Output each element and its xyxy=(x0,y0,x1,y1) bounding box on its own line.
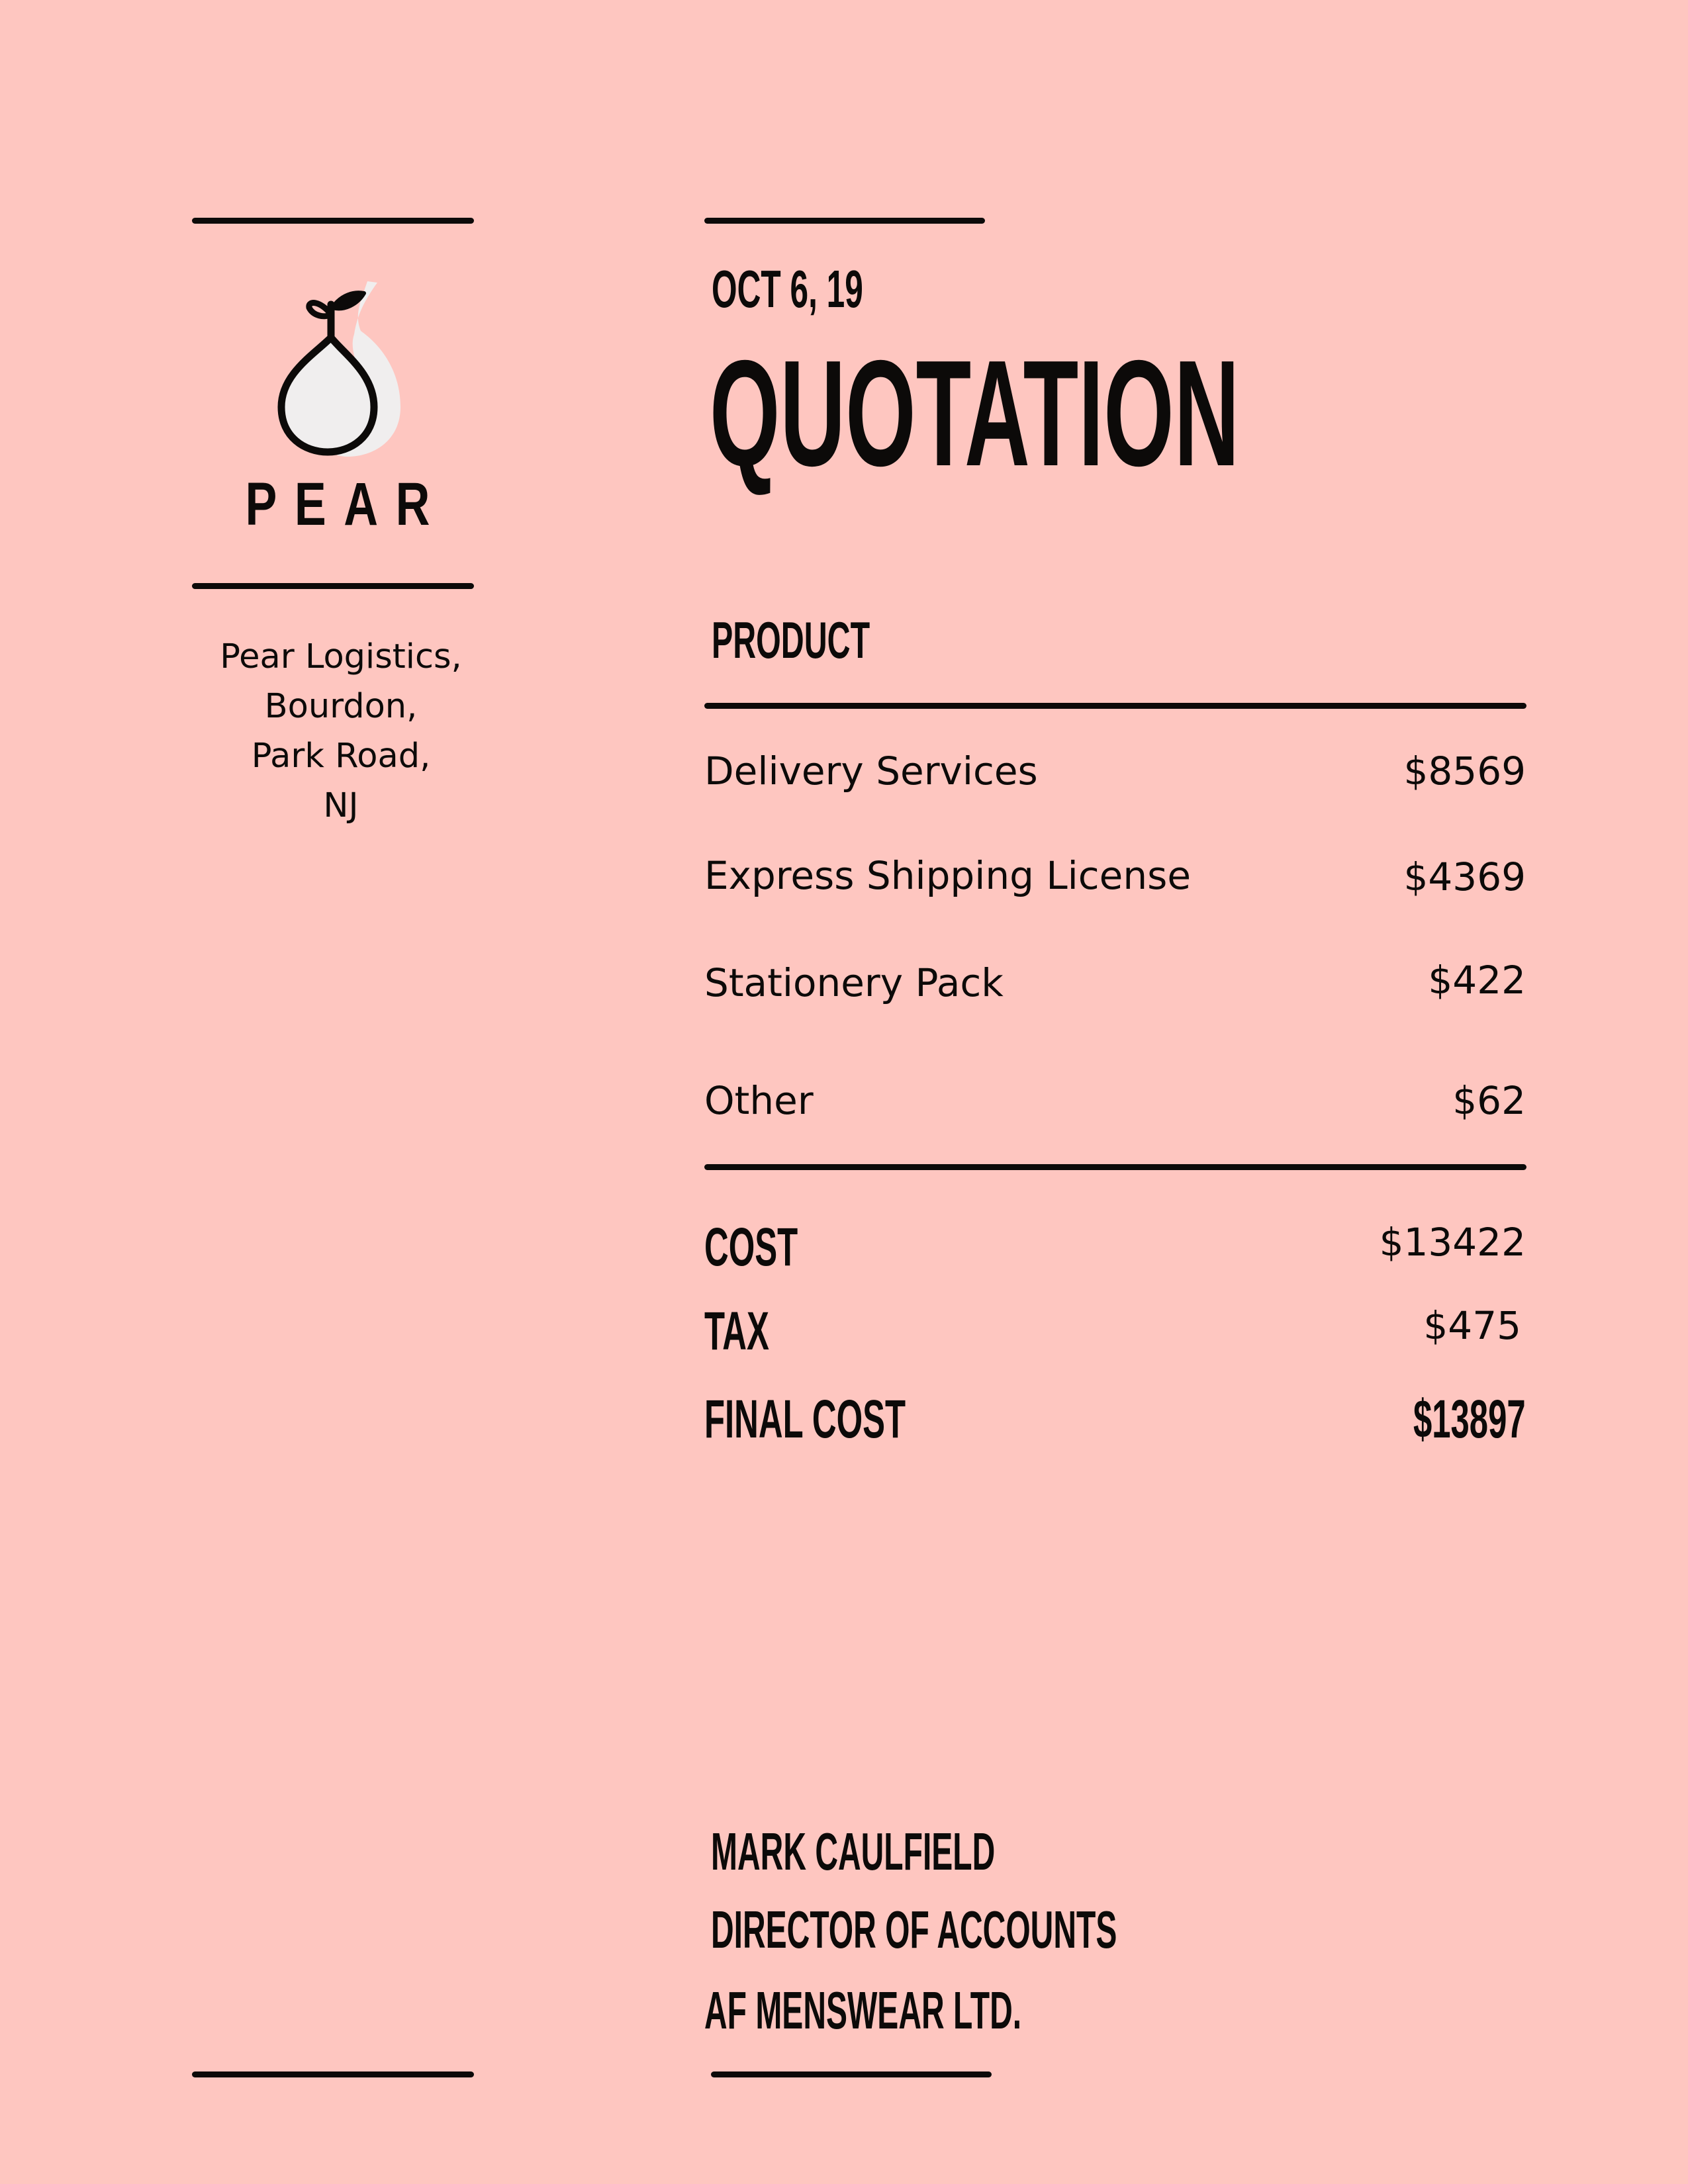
final-cost-value: $13897 xyxy=(1413,1389,1526,1449)
address-line-2: Bourdon, xyxy=(264,687,418,726)
items-bottom-rule xyxy=(704,1164,1526,1170)
title-wrapper: QUOTATION xyxy=(710,334,1593,493)
left-bottom-rule xyxy=(192,2071,474,2077)
cost-label-wrapper: COST xyxy=(704,1218,855,1277)
document-title: QUOTATION xyxy=(710,330,1240,498)
final-cost-value-wrapper: $13897 xyxy=(1344,1390,1526,1449)
brand-logo xyxy=(268,275,420,460)
signatory-name-wrapper: MARK CAULFIELD xyxy=(711,1823,1184,1880)
final-cost-label: FINAL COST xyxy=(704,1389,906,1449)
item-price: $4369 xyxy=(1403,854,1526,899)
address-line-4: NJ xyxy=(323,786,359,825)
item-name: Stationery Pack xyxy=(704,960,1004,1005)
cost-label: COST xyxy=(704,1217,798,1277)
pear-icon xyxy=(277,281,400,457)
address-line-1: Pear Logistics, xyxy=(220,637,462,676)
final-cost-label-wrapper: FINAL COST xyxy=(704,1390,1029,1449)
right-top-rule xyxy=(704,218,985,224)
tax-value: $475 xyxy=(1423,1303,1521,1348)
date-wrapper: OCT 6, 19 xyxy=(712,261,956,317)
signatory-company: AF MENSWEAR LTD. xyxy=(704,1981,1022,2040)
left-middle-rule xyxy=(192,583,474,589)
item-price: $62 xyxy=(1452,1078,1526,1123)
tax-label-wrapper: TAX xyxy=(704,1302,809,1361)
signatory-role: DIRECTOR OF ACCOUNTS xyxy=(711,1900,1117,1959)
item-price: $8569 xyxy=(1403,749,1526,794)
product-header: PRODUCT xyxy=(712,611,870,669)
address-line-3: Park Road, xyxy=(251,737,431,776)
product-header-rule xyxy=(704,703,1526,709)
right-bottom-rule xyxy=(711,2071,992,2077)
brand-name: PEAR xyxy=(245,471,447,538)
tax-label: TAX xyxy=(704,1301,769,1361)
cost-value: $13422 xyxy=(1379,1220,1526,1265)
document-date: OCT 6, 19 xyxy=(712,259,863,318)
company-address: Pear Logistics, Bourdon, Park Road, NJ xyxy=(175,632,506,831)
item-price: $422 xyxy=(1428,958,1526,1003)
item-name: Other xyxy=(704,1078,814,1123)
signatory-role-wrapper: DIRECTOR OF ACCOUNTS xyxy=(711,1901,1387,1958)
item-name: Delivery Services xyxy=(704,749,1038,794)
item-name: Express Shipping License xyxy=(704,853,1192,898)
signatory-name: MARK CAULFIELD xyxy=(711,1822,996,1881)
signatory-company-wrapper: AF MENSWEAR LTD. xyxy=(704,1982,1233,2039)
product-header-wrapper: PRODUCT xyxy=(712,612,967,668)
left-top-rule xyxy=(192,218,474,224)
